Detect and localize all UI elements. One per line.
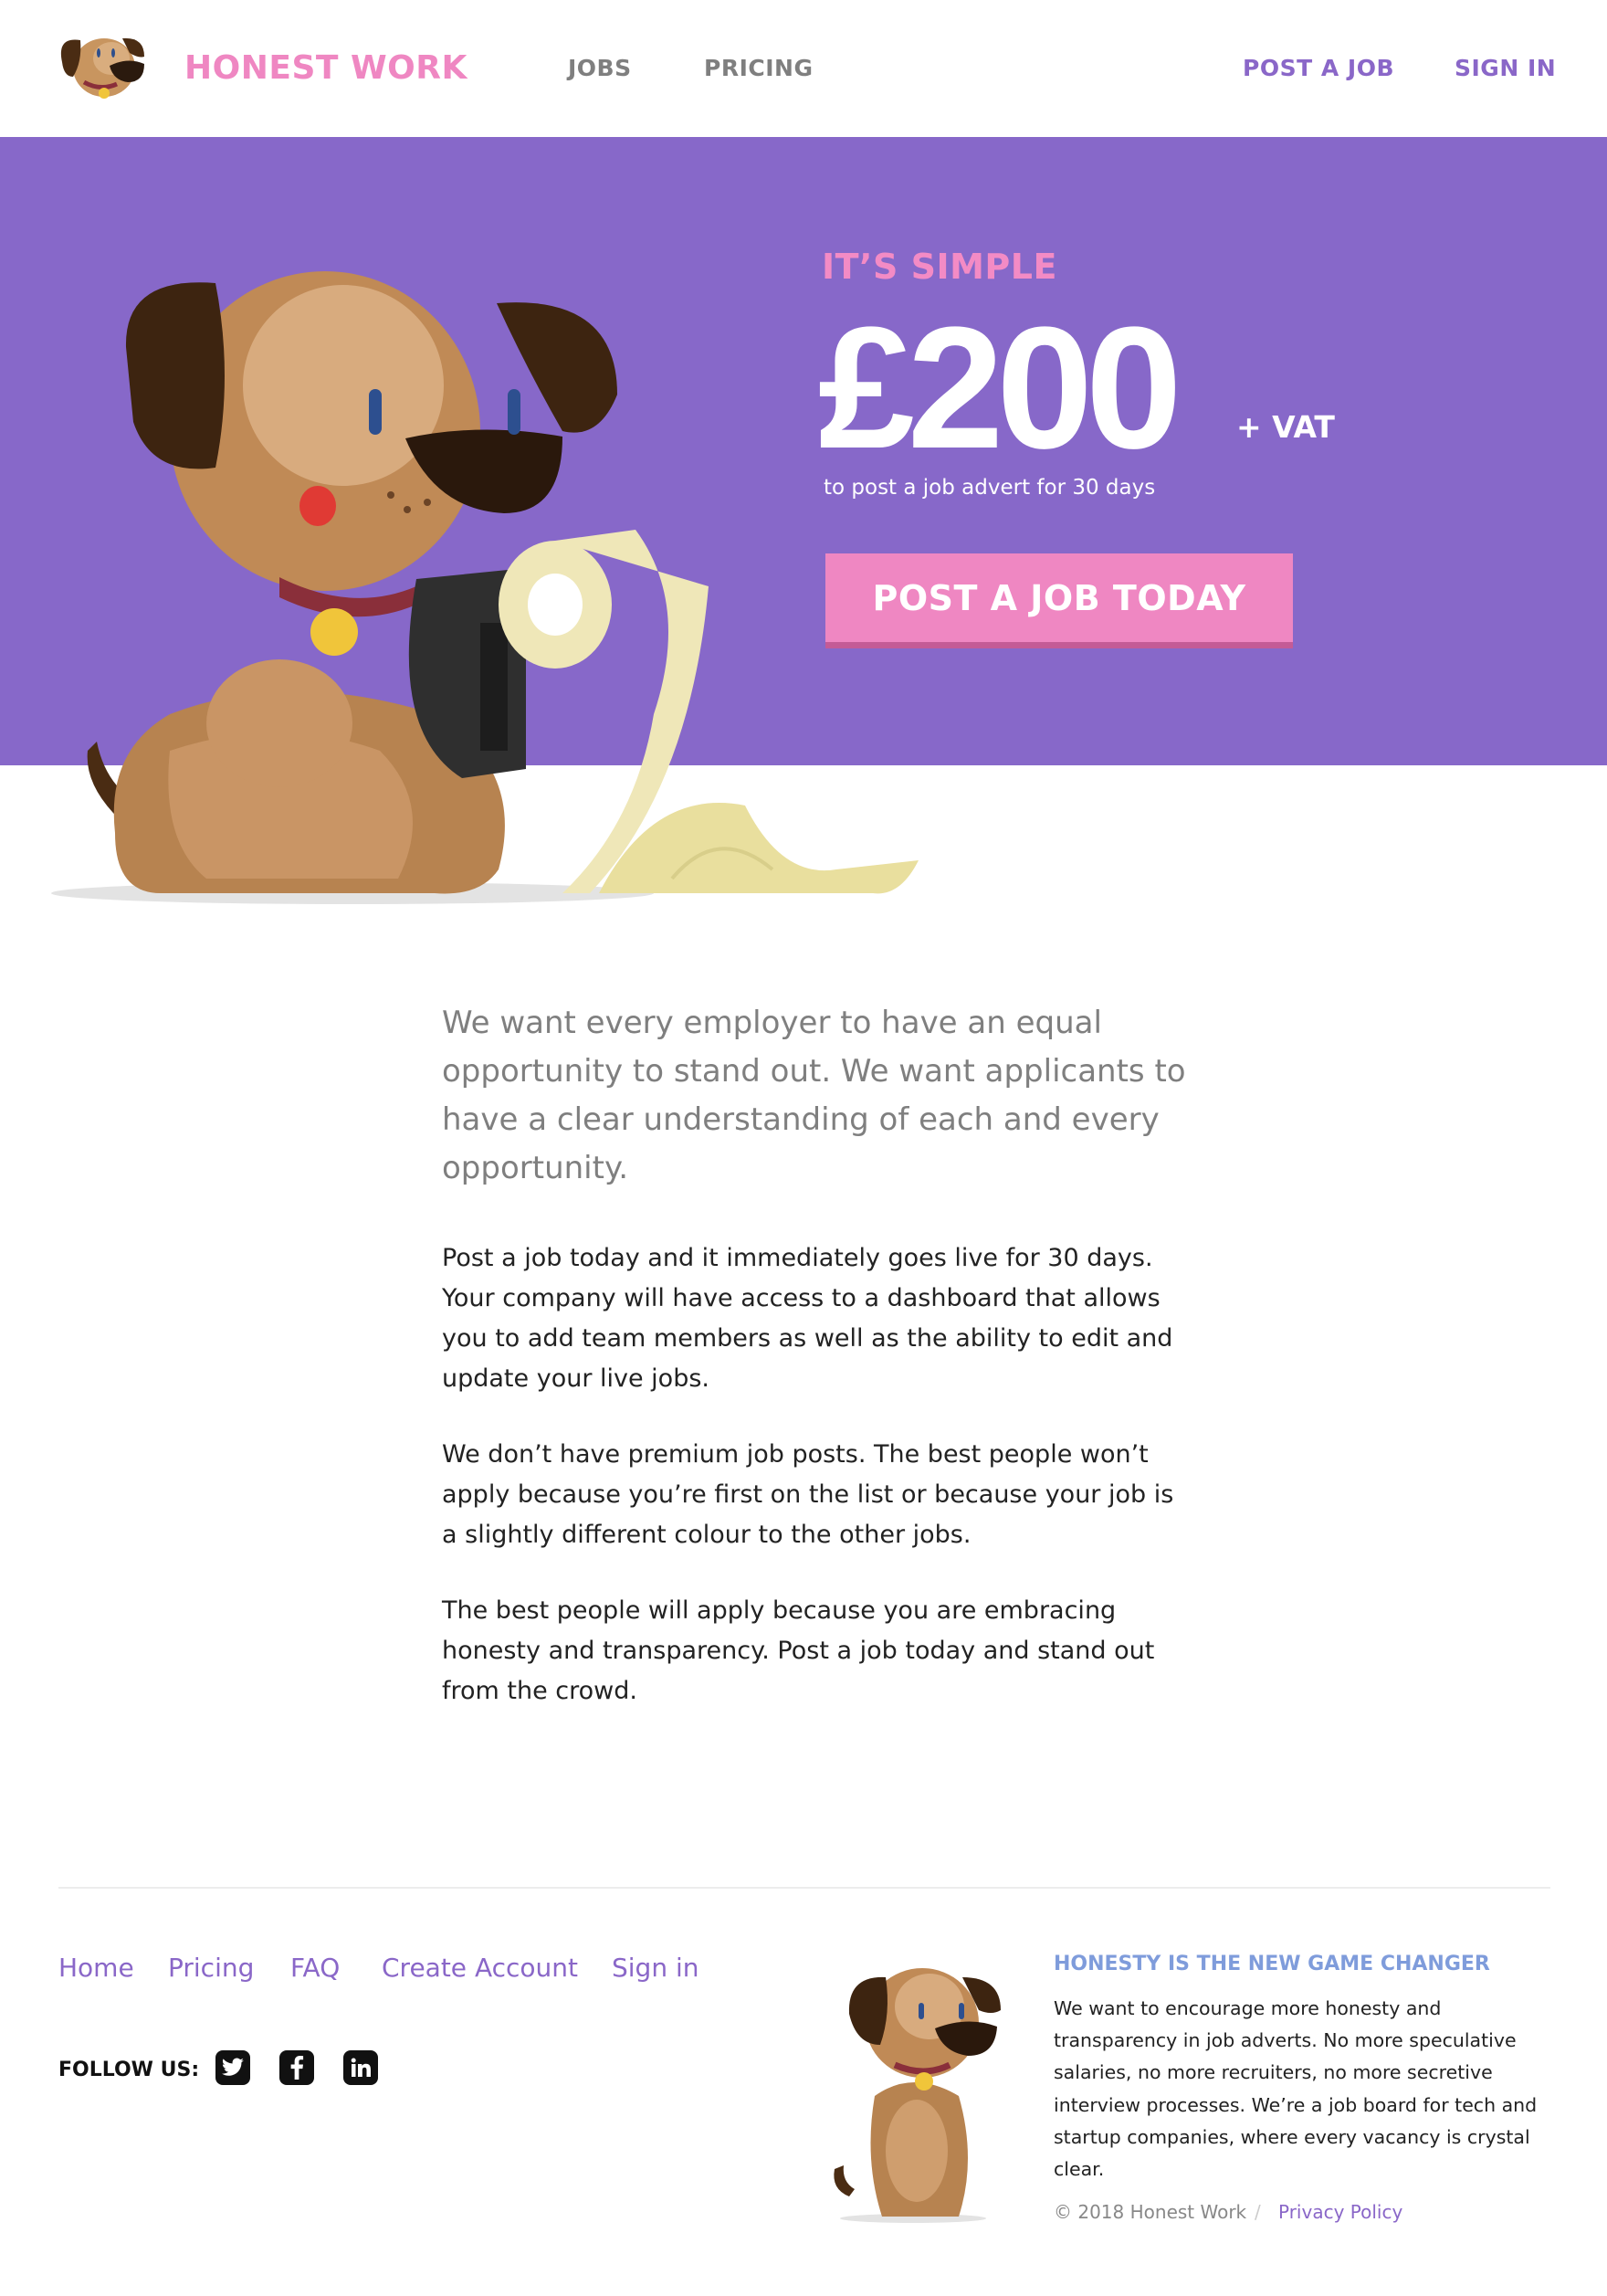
dog-with-receipt-illustration bbox=[51, 271, 919, 904]
dog-mascot-icon[interactable] bbox=[57, 26, 150, 113]
post-job-today-button[interactable]: POST A JOB TODAY bbox=[825, 553, 1293, 648]
footer-link-pricing[interactable]: Pricing bbox=[168, 1950, 254, 1986]
content-paragraph: Post a job today and it immediately goes… bbox=[442, 1244, 1173, 1393]
follow-us-label: FOLLOW US: bbox=[58, 2059, 200, 2081]
privacy-policy-link[interactable]: Privacy Policy bbox=[1278, 2199, 1402, 2225]
hero-price: £200 bbox=[818, 291, 1182, 485]
footer-link-create-account[interactable]: Create Account bbox=[382, 1950, 578, 1986]
footer-link-home[interactable]: Home bbox=[58, 1950, 134, 1986]
twitter-icon[interactable] bbox=[215, 2050, 250, 2085]
nav-pricing[interactable]: PRICING bbox=[704, 53, 813, 84]
footer-about-text: We want to encourage more honesty and tr… bbox=[1054, 1997, 1538, 2181]
sign-in-link[interactable]: SIGN IN bbox=[1455, 53, 1556, 84]
nav-jobs[interactable]: JOBS bbox=[568, 53, 632, 84]
hero-vat: + VAT bbox=[1236, 409, 1335, 445]
footer-link-sign-in[interactable]: Sign in bbox=[612, 1950, 699, 1986]
content-paragraph: The best people will apply because you a… bbox=[442, 1596, 1155, 1705]
brand-name[interactable]: HONEST WORK bbox=[184, 46, 467, 91]
standing-dog-illustration bbox=[834, 1968, 1001, 2223]
hero-subtitle: to post a job advert for 30 days bbox=[824, 476, 1156, 500]
linkedin-icon[interactable] bbox=[343, 2050, 378, 2085]
footer-separator: / bbox=[1255, 2201, 1261, 2223]
content-paragraph: We don’t have premium job posts. The bes… bbox=[442, 1440, 1174, 1549]
hero-kicker: IT’S SIMPLE bbox=[822, 247, 1057, 287]
facebook-icon[interactable] bbox=[279, 2050, 314, 2085]
copyright-text: © 2018 Honest Work bbox=[1054, 2201, 1247, 2223]
post-job-link[interactable]: POST A JOB bbox=[1243, 53, 1394, 84]
lead-paragraph: We want every employer to have an equal … bbox=[442, 1005, 1186, 1186]
footer-tagline: HONESTY IS THE NEW GAME CHANGER bbox=[1054, 1953, 1490, 1975]
footer-link-faq[interactable]: FAQ bbox=[290, 1950, 340, 1986]
footer-divider bbox=[58, 1887, 1550, 1889]
site-header: HONEST WORK JOBS PRICING POST A JOB SIGN… bbox=[0, 0, 1607, 137]
